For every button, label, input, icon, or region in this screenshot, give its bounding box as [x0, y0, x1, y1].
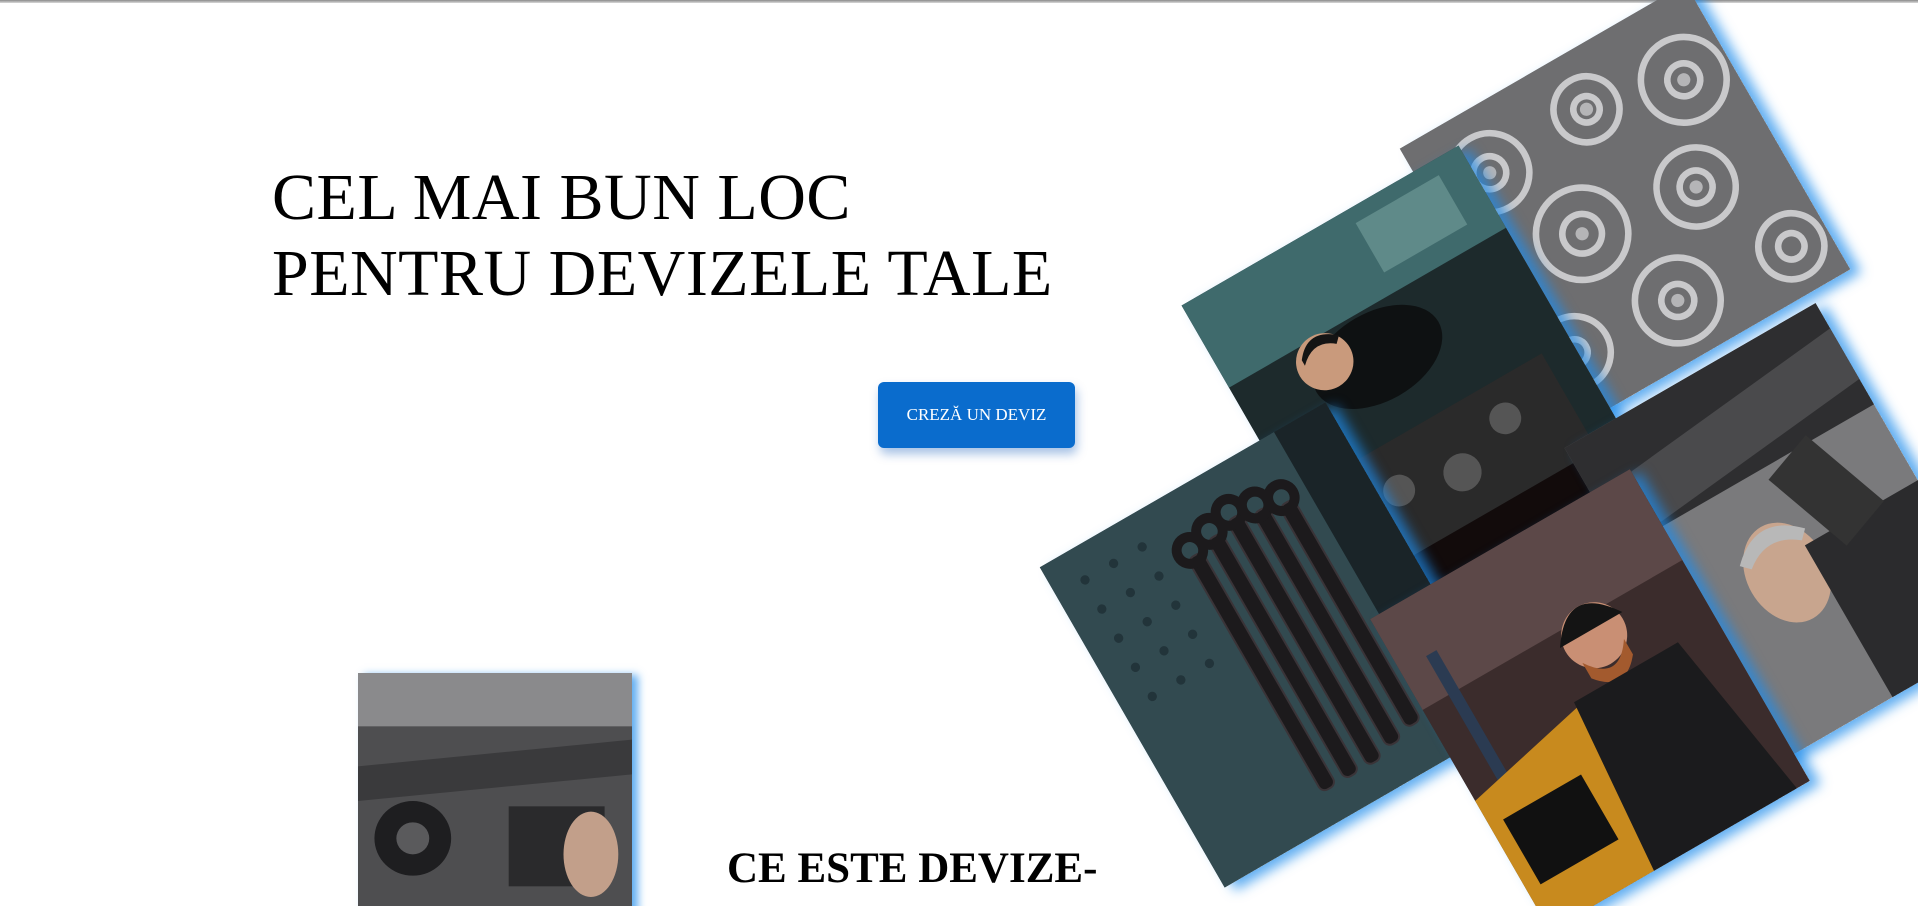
create-quote-button[interactable]: CREZĂ UN DEVIZ — [878, 382, 1075, 448]
undercarriage-photo — [358, 673, 632, 906]
photo-mosaic — [0, 0, 1918, 906]
hero-title-line-1: CEL MAI BUN LOC — [272, 161, 851, 234]
hero-title-line-2: PENTRU DEVIZELE TALE — [272, 237, 1053, 310]
window-top-edge — [0, 0, 1918, 3]
section-heading: CE ESTE DEVIZE- — [727, 845, 1098, 892]
hero-title: CEL MAI BUN LOC PENTRU DEVIZELE TALE — [272, 160, 1053, 312]
